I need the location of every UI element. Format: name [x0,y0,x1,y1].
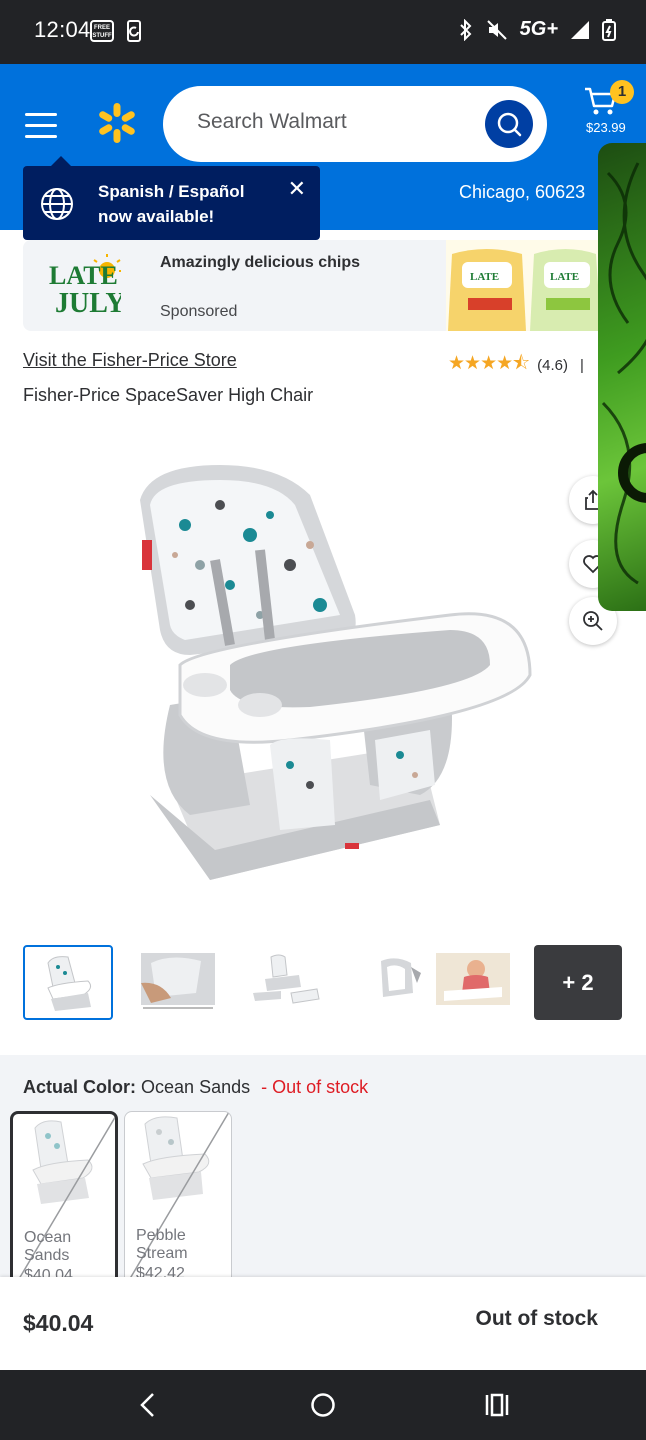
search-input[interactable] [197,110,467,134]
walmart-spark-logo[interactable] [96,102,138,144]
store-link[interactable]: Visit the Fisher-Price Store [23,350,237,371]
product-title: Fisher-Price SpaceSaver High Chair [23,385,314,405]
signal-icon [571,20,589,39]
thumbnail-2[interactable] [133,945,223,1020]
svg-text:JULY: JULY [55,288,121,318]
price-label: $40.04 [23,1310,94,1336]
mute-icon [486,19,507,40]
cart-count-badge: 1 [610,80,634,104]
phone-sync-icon [127,20,141,42]
globe-icon [41,188,73,220]
cart-total[interactable]: $23.99 [586,120,626,135]
network-label: 5G+ [519,18,558,40]
bluetooth-icon [459,18,472,41]
swatch-name: Ocean Sands [24,1229,72,1264]
swatch-name: Pebble Stream [136,1227,188,1262]
sponsored-ad-banner[interactable]: LATE JULY Amazingly delicious chips Spon… [23,240,613,331]
search-button[interactable] [485,100,533,148]
home-icon[interactable] [310,1392,336,1418]
ad-sponsored-label: Sponsored [160,303,238,320]
back-icon[interactable] [138,1392,158,1418]
ad-title: Amazingly delicious chips [160,254,361,271]
stock-status: Out of stock [475,1307,598,1330]
color-stock-note: - Out of stock [261,1077,369,1097]
product-image[interactable] [130,455,540,895]
thumbnail-more-button[interactable]: + 2 [534,945,622,1020]
image-thumbnails: + 2 [23,945,623,1020]
svg-text:LATE: LATE [550,271,579,283]
product-rating[interactable]: ★★★★⯪ (4.6) | [448,349,584,381]
free-stuff-icon: FREE STUFF [90,20,114,42]
thumbnail-3[interactable] [243,945,333,1020]
svg-text:LATE: LATE [49,261,118,290]
battery-icon [602,18,616,41]
late-july-logo: LATE JULY [49,254,121,318]
ad-product-image: LATE LATE [446,240,613,331]
recent-apps-icon[interactable] [484,1392,510,1418]
rating-separator: | [579,356,584,374]
search-icon [497,112,522,137]
color-label: Actual Color: Ocean Sands - Out of stock [23,1077,368,1098]
color-value: Ocean Sands [141,1077,251,1097]
swatch-pebble-stream[interactable]: Pebble Stream $42.42 [124,1111,232,1286]
zoom-in-icon [583,611,603,631]
system-nav-bar [0,1370,646,1440]
language-tooltip: Spanish / Español now available! ✕ [23,156,320,240]
thumbnail-4[interactable] [353,945,443,1020]
swatch-ocean-sands[interactable]: Ocean Sands $40.04 [10,1111,118,1286]
svg-text:LATE: LATE [470,271,499,283]
color-selector: Actual Color: Ocean Sands - Out of stock… [0,1055,646,1286]
status-icons: 5G+ [458,18,616,41]
tooltip-message: Spanish / Español now available! [98,182,245,226]
location-label[interactable]: Chicago, 60623 [459,182,585,203]
status-bar: 12:04 FREE STUFF 5G+ [0,0,646,64]
thumbnail-5[interactable] [433,945,513,1020]
rating-value: (4.6) [537,356,568,374]
bottom-purchase-bar: $40.04 Out of stock [0,1277,646,1370]
status-time: 12:04 [34,17,91,42]
rating-stars-icon: ★★★★⯪ [448,353,530,374]
close-icon[interactable]: ✕ [288,178,306,200]
color-label-title: Actual Color: [23,1077,137,1097]
menu-icon[interactable] [25,113,57,138]
side-promo-banner[interactable] [598,143,646,611]
search-bar[interactable] [163,86,547,162]
thumbnail-1[interactable] [23,945,113,1020]
